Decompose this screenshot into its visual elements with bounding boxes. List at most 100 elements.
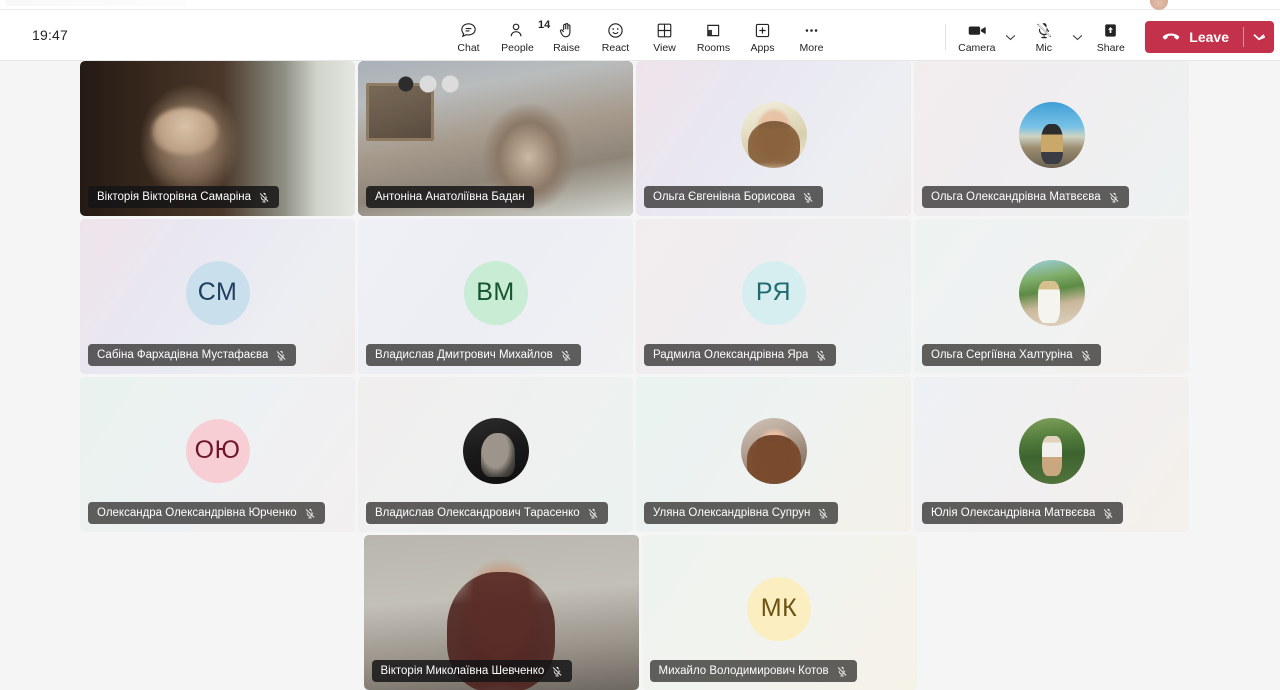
view-button[interactable]: View xyxy=(640,15,689,59)
participant-tile[interactable]: РЯ Радмила Олександрівна Яра xyxy=(636,219,911,374)
meeting-clock: 19:47 xyxy=(32,27,69,43)
participant-tile[interactable]: Ольга Євгенівна Борисова xyxy=(636,61,911,216)
participant-tile[interactable]: ОЮ Олександра Олександрівна Юрченко xyxy=(80,377,355,532)
share-button[interactable]: Share xyxy=(1086,15,1135,59)
hang-up-icon xyxy=(1161,30,1181,44)
mic-muted-icon xyxy=(802,190,814,204)
mic-muted-icon xyxy=(587,506,599,520)
participant-nameplate: Юлія Олександрівна Матвєєва xyxy=(922,502,1124,524)
participant-tile[interactable]: ВМ Владислав Дмитрович Михайлов xyxy=(358,219,633,374)
participant-nameplate: Владислав Олександрович Тарасенко xyxy=(366,502,608,524)
camera-options-chevron-down-icon[interactable] xyxy=(1001,17,1019,57)
participant-name: Вікторія Миколаївна Шевченко xyxy=(380,665,545,677)
raise-hand-icon xyxy=(557,20,576,40)
video-grid-row: Вікторія Миколаївна Шевченко МК Михайло Во… xyxy=(80,535,1200,690)
avatar-photo xyxy=(740,417,807,484)
avatar-initials: ВМ xyxy=(463,260,528,325)
participant-name: Вікторія Вікторівна Самаріна xyxy=(97,191,252,203)
rooms-button[interactable]: Rooms xyxy=(689,15,738,59)
mic-options-chevron-down-icon[interactable] xyxy=(1068,17,1086,57)
people-label: People xyxy=(501,42,534,54)
participant-tile[interactable]: Владислав Олександрович Тарасенко xyxy=(358,377,633,532)
avatar-photo xyxy=(1018,101,1085,168)
mic-muted-icon xyxy=(817,506,829,520)
avatar-initials: СМ xyxy=(185,260,250,325)
chat-label: Chat xyxy=(457,42,480,54)
mic-muted-icon xyxy=(836,664,848,678)
leave-main-action[interactable]: Leave xyxy=(1145,21,1243,53)
mic-muted-icon xyxy=(1102,506,1114,520)
participant-tile[interactable]: Ольга Сергіївна Халтуріна xyxy=(914,219,1189,374)
mic-button[interactable]: Mic xyxy=(1019,15,1068,59)
participant-name: Уляна Олександрівна Супрун xyxy=(653,507,811,519)
apps-button[interactable]: Apps xyxy=(738,15,787,59)
meeting-toolbar: 19:47 Chat 14 People Raise React View Ro… xyxy=(0,10,1280,61)
avatar-photo xyxy=(1018,259,1085,326)
avatar-initials: МК xyxy=(747,576,811,641)
mic-muted-icon xyxy=(560,348,572,362)
more-button[interactable]: More xyxy=(787,15,836,59)
participant-tile[interactable]: Вікторія Миколаївна Шевченко xyxy=(363,535,639,690)
mic-muted-icon xyxy=(815,348,827,362)
participant-nameplate: Владислав Дмитрович Михайлов xyxy=(366,344,581,366)
rooms-label: Rooms xyxy=(696,42,731,54)
raise-hand-button[interactable]: Raise xyxy=(542,15,591,59)
toolbar-main-actions: Chat 14 People Raise React View Rooms Ap… xyxy=(444,10,836,60)
participant-name: Владислав Дмитрович Михайлов xyxy=(375,349,553,361)
view-grid-icon xyxy=(655,20,674,40)
participant-tile[interactable]: Уляна Олександрівна Супрун xyxy=(636,377,911,532)
participant-nameplate: Вікторія Вікторівна Самаріна xyxy=(88,186,280,208)
participant-nameplate: Олександра Олександрівна Юрченко xyxy=(88,502,325,524)
chat-button[interactable]: Chat xyxy=(444,15,493,59)
browser-chrome-sliver xyxy=(0,0,1280,10)
leave-options-chevron-down-icon[interactable] xyxy=(1244,21,1274,53)
participant-nameplate: Михайло Володимирович Котов xyxy=(649,660,857,682)
participant-name: Юлія Олександрівна Матвєєва xyxy=(931,507,1096,519)
people-button[interactable]: 14 People xyxy=(493,15,550,59)
mic-muted-icon xyxy=(1034,20,1054,40)
toolbar-device-controls: Camera Mic Share Leave xyxy=(939,10,1274,60)
camera-label: Camera xyxy=(958,42,996,54)
camera-button[interactable]: Camera xyxy=(952,15,1001,59)
mic-muted-icon xyxy=(1108,190,1120,204)
breakout-rooms-icon xyxy=(704,20,723,40)
participant-nameplate: Ольга Сергіївна Халтуріна xyxy=(922,344,1101,366)
react-button[interactable]: React xyxy=(591,15,640,59)
participant-tile[interactable]: Антоніна Анатоліївна Бадан xyxy=(358,61,633,216)
react-smiley-icon xyxy=(606,20,625,40)
participant-name: Ольга Олександрівна Матвєєва xyxy=(931,191,1101,203)
share-screen-icon xyxy=(1101,20,1120,40)
participant-name: Ольга Сергіївна Халтуріна xyxy=(931,349,1073,361)
participant-nameplate: Вікторія Миколаївна Шевченко xyxy=(371,660,573,682)
participant-tile[interactable]: МК Михайло Володимирович Котов xyxy=(641,535,917,690)
participant-tile[interactable]: Ольга Олександрівна Матвєєва xyxy=(914,61,1189,216)
react-label: React xyxy=(601,42,630,54)
apps-plus-icon xyxy=(753,20,772,40)
leave-label: Leave xyxy=(1189,29,1229,45)
participant-name: Сабіна Фархадівна Мустафаєва xyxy=(97,349,269,361)
participant-nameplate: Антоніна Анатоліївна Бадан xyxy=(366,186,534,208)
participant-name: Владислав Олександрович Тарасенко xyxy=(375,507,580,519)
participant-name: Радмила Олександрівна Яра xyxy=(653,349,809,361)
browser-profile-avatar[interactable] xyxy=(1150,0,1168,10)
mic-muted-icon xyxy=(275,348,287,362)
avatar-photo xyxy=(462,417,529,484)
participant-nameplate: Радмила Олександрівна Яра xyxy=(644,344,837,366)
avatar-photo xyxy=(1018,417,1085,484)
participant-name: Михайло Володимирович Котов xyxy=(658,665,829,677)
participant-nameplate: Ольга Євгенівна Борисова xyxy=(644,186,824,208)
participant-tile[interactable]: Вікторія Вікторівна Самаріна xyxy=(80,61,355,216)
video-grid-row: Вікторія Вікторівна Самаріна Антоніна Ана… xyxy=(80,61,1200,216)
avatar-initials: РЯ xyxy=(741,260,806,325)
raise-label: Raise xyxy=(553,42,580,54)
toolbar-divider xyxy=(945,24,947,50)
avatar-initials: ОЮ xyxy=(185,418,250,483)
participant-tile[interactable]: СМ Сабіна Фархадівна Мустафаєва xyxy=(80,219,355,374)
people-icon: 14 xyxy=(508,19,550,40)
leave-button[interactable]: Leave xyxy=(1145,21,1274,53)
more-ellipsis-icon xyxy=(802,20,821,40)
mic-muted-icon xyxy=(258,190,270,204)
participant-tile[interactable]: Юлія Олександрівна Матвєєва xyxy=(914,377,1189,532)
mic-label: Mic xyxy=(1035,42,1052,54)
chat-icon xyxy=(459,20,478,40)
